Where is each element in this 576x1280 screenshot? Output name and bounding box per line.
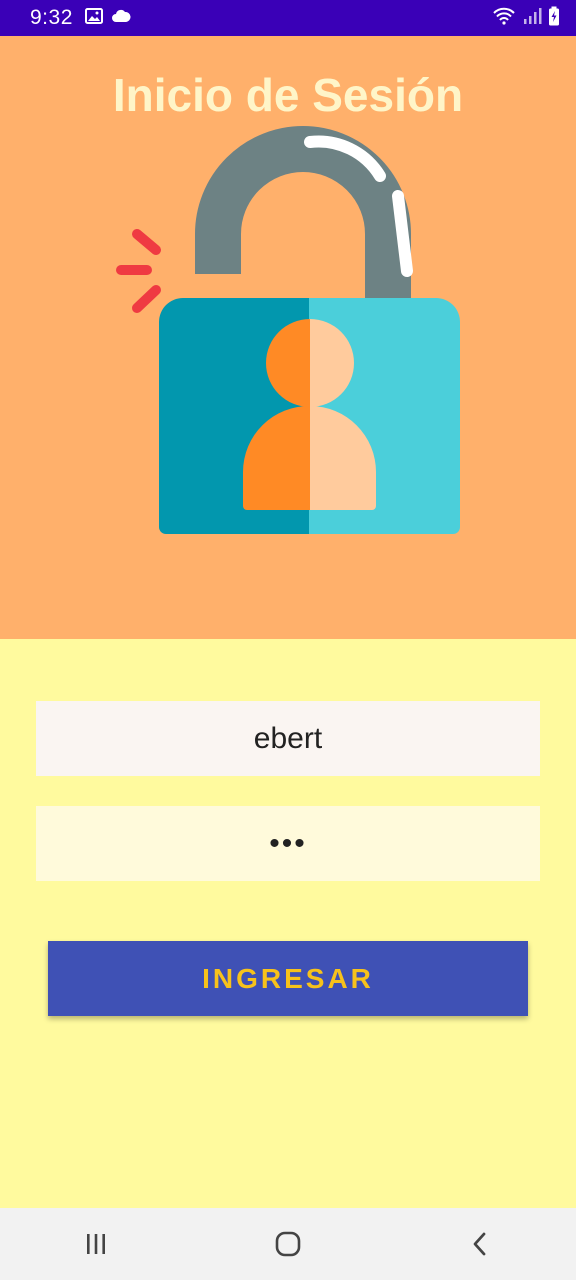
signal-icon: [522, 7, 542, 30]
lock-user-illustration: [116, 126, 460, 534]
status-system-icons: [492, 6, 560, 31]
cloud-icon: [111, 9, 131, 28]
recent-apps-button[interactable]: [66, 1214, 126, 1274]
home-icon: [275, 1231, 301, 1257]
login-screen: 9:32 Inicio de Sesión ebert ••• INGRESAR: [0, 0, 576, 1280]
header-panel: Inicio de Sesión: [0, 36, 576, 639]
image-icon: [84, 7, 103, 29]
back-icon: [473, 1232, 486, 1256]
home-button[interactable]: [258, 1214, 318, 1274]
battery-charging-icon: [548, 6, 560, 31]
status-bar: 9:32: [0, 0, 576, 36]
recent-apps-icon: [87, 1234, 105, 1254]
status-notification-icons: [84, 7, 131, 29]
wifi-icon: [492, 7, 516, 30]
status-time: 9:32: [30, 6, 73, 29]
back-button[interactable]: [450, 1214, 510, 1274]
page-title: Inicio de Sesión: [112, 69, 464, 121]
password-input[interactable]: [36, 806, 540, 881]
navigation-bar: [0, 1208, 576, 1280]
login-button[interactable]: INGRESAR: [48, 941, 528, 1016]
username-input[interactable]: [36, 701, 540, 776]
